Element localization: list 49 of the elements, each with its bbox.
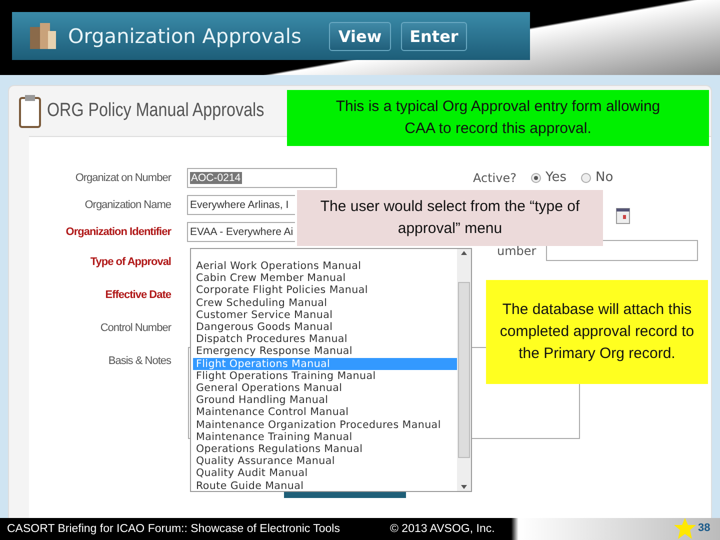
scroll-down-icon[interactable] <box>460 483 468 491</box>
list-option[interactable]: Quality Assurance Manual <box>193 455 457 468</box>
clipboard-icon <box>19 94 41 128</box>
scroll-up-icon[interactable] <box>460 249 468 257</box>
app-title: Organization Approvals <box>68 24 302 48</box>
list-option[interactable]: Operations Regulations Manual <box>193 443 457 456</box>
radio-button[interactable]: No <box>580 170 614 185</box>
footer-text: CASORT Briefing for ICAO Forum:: Showcase of Electronic Tools <box>7 523 341 535</box>
list-option[interactable]: Crew Scheduling Manual <box>193 296 457 309</box>
copyright-text: © 2013 AVSOG, Inc. <box>390 523 495 535</box>
text-field[interactable]: Everywhere Arlinas, I <box>187 194 295 214</box>
field-label: Control Number <box>99 322 172 334</box>
list-option[interactable]: Dispatch Procedures Manual <box>193 333 457 346</box>
list-option[interactable]: Cabin Crew Member Manual <box>193 272 457 284</box>
field-label: Active? <box>473 170 516 184</box>
callout-note: The database will attach this completed approval record to the Primary Org record. <box>486 280 708 384</box>
nav-button[interactable]: Enter <box>400 22 468 50</box>
list-option[interactable]: Maintenance Organization Procedures Manual <box>193 418 457 431</box>
nav-button[interactable]: View <box>329 22 391 50</box>
panel-title: ORG Policy Manual Approvals <box>47 100 264 122</box>
list-option[interactable]: Route Guide Manual <box>193 480 457 492</box>
field-label: Organization Name <box>84 198 172 210</box>
list-option[interactable]: Quality Audit Manual <box>193 467 457 480</box>
list-option[interactable]: Corporate Flight Policies Manual <box>193 284 457 297</box>
calendar-icon[interactable] <box>616 208 630 224</box>
list-option[interactable]: General Operations Manual <box>193 382 457 394</box>
field-label: Organizat on Number <box>74 172 172 184</box>
page-number: 38 <box>698 522 710 534</box>
list-option[interactable]: Customer Service Manual <box>193 308 457 322</box>
list-option[interactable]: Aerial Work Operations Manual <box>193 260 457 272</box>
text-field[interactable]: AOC-0214 <box>187 168 337 188</box>
list-option[interactable]: Emergency Response Manual <box>193 345 457 358</box>
field-label: Effective Date <box>104 288 172 300</box>
text-field[interactable]: EVAA - Everywhere Ai <box>187 222 295 242</box>
field-label: Type of Approval <box>89 256 172 268</box>
list-option[interactable]: Maintenance Training Manual <box>193 430 457 444</box>
field-label: umber <box>497 244 536 258</box>
radio-button[interactable]: Yes <box>530 170 566 185</box>
list-option[interactable]: Maintenance Control Manual <box>193 406 457 419</box>
field-label: Basis & Notes <box>107 354 172 366</box>
list-option[interactable]: Ground Handling Manual <box>193 394 457 406</box>
star-icon <box>673 518 697 540</box>
buildings-icon <box>28 21 58 51</box>
callout-note: This is a typical Org Approval entry form allowing CAA to record this approval. <box>287 90 709 146</box>
field-label: Organization Identifier <box>64 226 172 238</box>
callout-note: The user would select from the “type of approval” menu <box>297 190 603 246</box>
list-option[interactable]: Flight Operations Training Manual <box>193 370 457 382</box>
list-option[interactable]: Dangerous Goods Manual <box>193 321 457 334</box>
scrollbar[interactable] <box>457 249 471 491</box>
